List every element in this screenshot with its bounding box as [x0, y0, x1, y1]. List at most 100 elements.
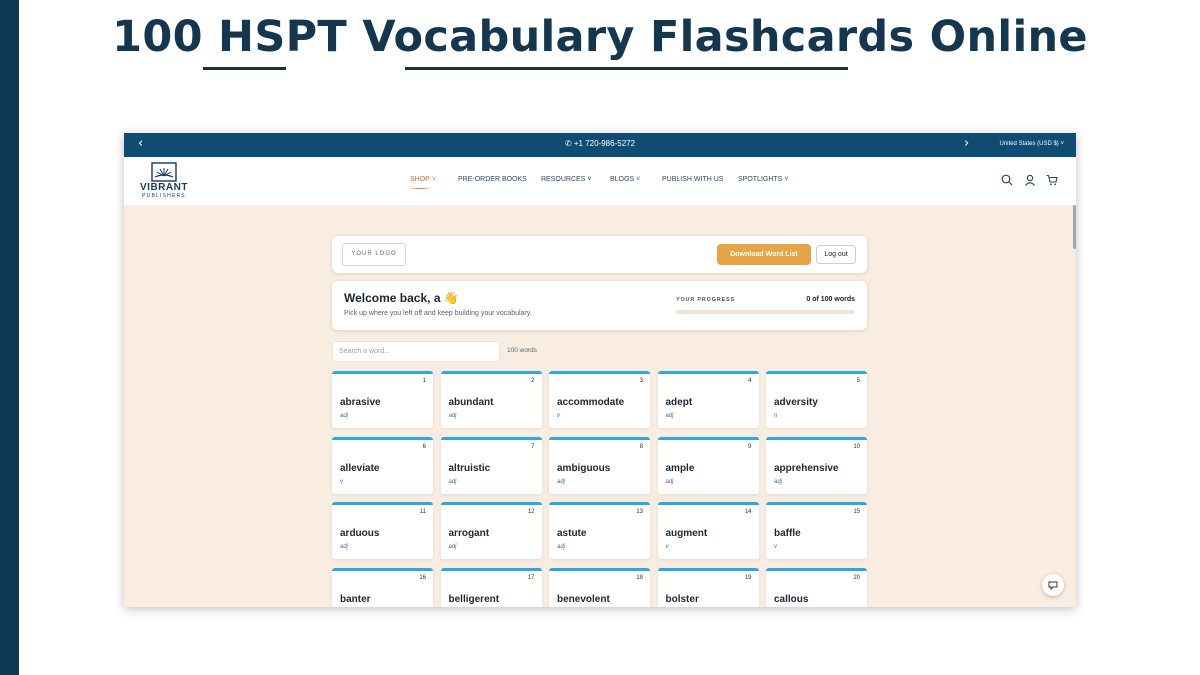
flashcard[interactable]: 19 bolster: [657, 567, 759, 607]
flashcard[interactable]: 15 baffle v: [766, 502, 867, 559]
title-underline: [405, 67, 848, 70]
nav-item-pre-order-books[interactable]: PRE-ORDER BOOKS: [458, 176, 527, 183]
flashcard[interactable]: 17 belligerent: [440, 567, 542, 607]
flashcard[interactable]: 20 callous: [766, 567, 867, 607]
app-header-card: YOUR LOGO Download Word List Log out: [332, 236, 867, 273]
flashcard[interactable]: 10 apprehensive adj: [766, 436, 867, 494]
active-nav-underline: [410, 186, 430, 189]
flashcard-word: abrasive: [340, 397, 381, 408]
website-screenshot: ‹ ✆ +1 720-986-5272 › United States (USD…: [124, 133, 1076, 607]
flashcard-number: 19: [744, 574, 752, 581]
flashcard-number: 5: [856, 378, 860, 384]
chevron-down-icon: ˅: [784, 176, 789, 183]
chevron-right-icon[interactable]: ›: [964, 136, 969, 151]
slide-accent-bar: [0, 0, 19, 675]
currency-selector[interactable]: United States (USD $) ˅: [999, 141, 1064, 147]
flashcard-part-of-speech: v: [340, 478, 343, 485]
flashcard-number: 18: [636, 574, 643, 581]
welcome-subtitle: Pick up where you left off and keep buil…: [344, 310, 532, 317]
logout-button[interactable]: Log out: [816, 245, 856, 264]
chevron-down-icon: ˅: [431, 176, 436, 183]
chevron-down-icon: ˅: [587, 176, 592, 183]
flashcard-part-of-speech: adj: [448, 413, 457, 419]
flashcard-word: alleviate: [340, 462, 380, 474]
nav-item-blogs[interactable]: BLOGS ˅: [610, 176, 640, 183]
flashcard[interactable]: 13 astute adj: [549, 502, 650, 559]
flashcard[interactable]: 12 arrogant adj: [440, 502, 542, 559]
chat-button[interactable]: [1042, 574, 1064, 596]
flashcard-word: astute: [557, 528, 587, 539]
scrollbar[interactable]: [1073, 205, 1076, 249]
flashcard-word: belligerent: [448, 593, 500, 605]
your-logo-placeholder: YOUR LOGO: [342, 243, 406, 266]
flashcard-word: callous: [774, 593, 809, 605]
search-input[interactable]: Search a word...: [332, 341, 500, 362]
search-icon[interactable]: [1001, 174, 1013, 186]
nav-item-label: PRE-ORDER BOOKS: [458, 176, 527, 183]
chevron-down-icon: ˅: [636, 176, 641, 183]
flashcard-part-of-speech: adj: [665, 478, 674, 485]
vibrant-publishers-logo[interactable]: VIBRANT PUBLISHERS: [134, 161, 194, 201]
flashcard-number: 8: [639, 443, 643, 450]
title-underline: [203, 67, 286, 70]
welcome-title: Welcome back, a 👋: [344, 291, 459, 305]
flashcard-word: ambiguous: [557, 462, 611, 474]
flashcard-word: arrogant: [448, 528, 490, 539]
flashcard-word: arduous: [340, 528, 380, 539]
flashcard-number: 14: [744, 509, 752, 515]
flashcard[interactable]: 7 altruistic adj: [440, 436, 542, 494]
flashcard-part-of-speech: adj: [448, 544, 457, 550]
phone-number[interactable]: ✆ +1 720-986-5272: [124, 139, 1076, 148]
nav-item-shop[interactable]: SHOP ˅: [410, 176, 436, 183]
flashcard-number: 3: [639, 378, 643, 384]
flashcard-number: 11: [419, 509, 426, 515]
flashcard[interactable]: 11 arduous adj: [332, 502, 433, 559]
flashcard-word: abundant: [448, 397, 494, 408]
flashcard-part-of-speech: adj: [557, 478, 566, 485]
flashcard-part-of-speech: adj: [557, 544, 566, 550]
nav-item-spotlights[interactable]: SPOTLIGHTS ˅: [738, 176, 788, 183]
chat-icon: [1048, 581, 1058, 591]
flashcard-part-of-speech: adj: [340, 413, 349, 419]
nav-item-publish-with-us[interactable]: PUBLISH WITH US: [662, 176, 723, 183]
flashcard[interactable]: 2 abundant adj: [440, 371, 542, 428]
main-navigation: VIBRANT PUBLISHERS SHOP ˅ PRE-ORDER BOOKS…: [124, 157, 1076, 205]
flashcard-number: 12: [527, 509, 535, 515]
flashcard-part-of-speech: v: [557, 413, 560, 419]
user-icon[interactable]: [1024, 174, 1036, 186]
flashcard-number: 13: [636, 509, 643, 515]
phone-icon: ✆: [564, 139, 572, 148]
flashcard[interactable]: 4 adept adj: [657, 371, 759, 428]
flashcard-word: bolster: [665, 593, 699, 605]
logo-wordmark: VIBRANT: [140, 182, 188, 193]
word-count: 100 words: [507, 347, 537, 354]
cart-icon[interactable]: [1046, 174, 1058, 186]
flashcard[interactable]: 16 banter: [332, 567, 433, 607]
flashcard-part-of-speech: v: [665, 544, 669, 550]
nav-item-resources[interactable]: RESOURCES ˅: [541, 176, 591, 183]
flashcard-part-of-speech: adj: [665, 413, 674, 419]
flashcard[interactable]: 9 ample adj: [657, 436, 759, 494]
flashcard-part-of-speech: adj: [774, 478, 783, 485]
flashcard[interactable]: 5 adversity n: [766, 371, 867, 428]
progress-label: YOUR PROGRESS: [676, 297, 735, 303]
nav-item-label: SHOP: [410, 176, 430, 183]
nav-item-label: SPOTLIGHTS: [738, 176, 783, 183]
flashcard[interactable]: 18 benevolent: [549, 567, 650, 607]
flashcard[interactable]: 3 accommodate v: [549, 371, 650, 428]
flashcard-word: baffle: [774, 528, 801, 539]
flashcard-number: 16: [419, 574, 426, 581]
chevron-down-icon: ˅: [1060, 141, 1064, 147]
flashcard-word: banter: [340, 593, 371, 605]
flashcard[interactable]: 1 abrasive adj: [332, 371, 433, 428]
flashcard-part-of-speech: adj: [340, 544, 349, 550]
flashcard[interactable]: 6 alleviate v: [332, 436, 433, 494]
download-word-list-button[interactable]: Download Word List: [717, 244, 811, 265]
flashcard-part-of-speech: v: [774, 544, 777, 550]
flashcard[interactable]: 8 ambiguous adj: [549, 436, 650, 494]
flashcard-number: 1: [422, 378, 426, 384]
flashcard[interactable]: 14 augment v: [657, 502, 759, 559]
flashcard-word: apprehensive: [774, 462, 839, 474]
flashcard-word: accommodate: [557, 397, 625, 408]
announcement-bar: ‹ ✆ +1 720-986-5272 › United States (USD…: [124, 133, 1076, 157]
